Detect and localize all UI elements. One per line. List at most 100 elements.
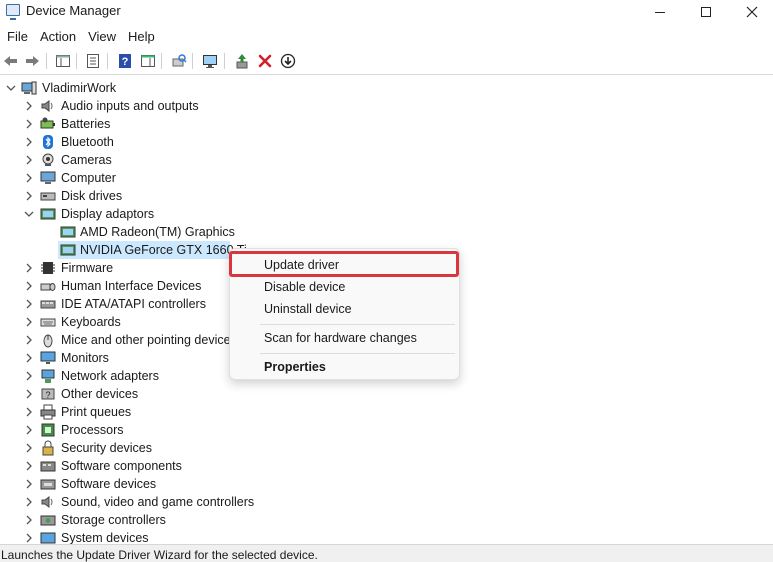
tree-category[interactable]: Security devices <box>0 439 773 457</box>
chevron-right-icon[interactable] <box>23 298 35 310</box>
menu-disable-device[interactable]: Disable device <box>234 276 457 298</box>
tree-category[interactable]: Bluetooth <box>0 133 773 151</box>
action-pane-button[interactable] <box>139 52 157 70</box>
menu-separator <box>260 353 455 354</box>
tree-category-label: Mice and other pointing devices <box>61 333 237 347</box>
computer-tower-icon <box>21 80 37 96</box>
menu-uninstall-device[interactable]: Uninstall device <box>234 298 457 320</box>
chevron-right-icon[interactable] <box>23 190 35 202</box>
tree-category[interactable]: Storage controllers <box>0 511 773 529</box>
menu-file[interactable]: File <box>0 26 34 48</box>
display-device-button[interactable] <box>201 52 219 70</box>
printer-icon <box>40 404 56 420</box>
chevron-down-icon[interactable] <box>23 208 35 220</box>
action-pane-icon <box>141 55 155 67</box>
properties-label: Properties <box>264 360 326 374</box>
back-button[interactable] <box>2 52 20 70</box>
show-hide-console-tree-button[interactable] <box>54 52 72 70</box>
tree-category-label: Display adaptors <box>61 207 155 221</box>
chevron-right-icon[interactable] <box>23 316 35 328</box>
delete-x-icon <box>258 54 272 68</box>
chevron-right-icon[interactable] <box>23 118 35 130</box>
chevron-right-icon[interactable] <box>23 172 35 184</box>
menu-view[interactable]: View <box>82 26 122 48</box>
tree-category[interactable]: Print queues <box>0 403 773 421</box>
chevron-right-icon[interactable] <box>23 154 35 166</box>
tree-category-label: Keyboards <box>61 315 121 329</box>
chevron-right-icon[interactable] <box>23 370 35 382</box>
close-button[interactable] <box>729 0 773 24</box>
chevron-right-icon[interactable] <box>23 280 35 292</box>
tree-category[interactable]: Disk drives <box>0 187 773 205</box>
tree-category[interactable]: Batteries <box>0 115 773 133</box>
help-button[interactable]: ? <box>116 52 134 70</box>
disk-drive-icon <box>40 188 56 204</box>
update-driver-toolbar-button[interactable] <box>233 52 251 70</box>
tree-category[interactable]: Software components <box>0 457 773 475</box>
software-device-icon <box>40 476 56 492</box>
properties-toolbar-button[interactable] <box>84 52 102 70</box>
tree-category[interactable]: Sound, video and game controllers <box>0 493 773 511</box>
ide-controller-icon <box>40 296 56 312</box>
toolbar-separator <box>107 53 108 69</box>
speaker-icon <box>40 98 56 114</box>
tree-category-label: Software devices <box>61 477 157 491</box>
context-menu: Update driver Disable device Uninstall d… <box>229 248 460 380</box>
menu-separator <box>260 324 455 325</box>
forward-button[interactable] <box>23 52 41 70</box>
status-text: Launches the Update Driver Wizard for th… <box>1 548 318 562</box>
tree-category[interactable]: ? Other devices <box>0 385 773 403</box>
chevron-right-icon[interactable] <box>23 496 35 508</box>
tree-category-label: Monitors <box>61 351 109 365</box>
chevron-right-icon[interactable] <box>23 532 35 544</box>
tree-category[interactable]: Cameras <box>0 151 773 169</box>
update-driver-icon <box>236 54 248 69</box>
chevron-right-icon[interactable] <box>23 136 35 148</box>
toolbar-separator <box>76 53 77 69</box>
chevron-down-icon[interactable] <box>5 82 17 94</box>
tree-category[interactable]: System devices <box>0 529 773 544</box>
tree-device[interactable]: AMD Radeon(TM) Graphics <box>0 223 773 241</box>
chevron-right-icon[interactable] <box>23 460 35 472</box>
chevron-right-icon[interactable] <box>23 262 35 274</box>
chevron-right-icon[interactable] <box>23 334 35 346</box>
svg-text:?: ? <box>45 390 50 400</box>
enable-device-button[interactable] <box>279 52 297 70</box>
menu-scan-hardware[interactable]: Scan for hardware changes <box>234 327 457 349</box>
tree-category[interactable]: Display adaptors <box>0 205 773 223</box>
tree-category[interactable]: Processors <box>0 421 773 439</box>
menu-properties[interactable]: Properties <box>234 356 457 378</box>
chevron-right-icon[interactable] <box>23 424 35 436</box>
maximize-button[interactable] <box>683 0 729 24</box>
chevron-right-icon[interactable] <box>23 406 35 418</box>
device-manager-icon <box>6 4 20 20</box>
tree-category[interactable]: Audio inputs and outputs <box>0 97 773 115</box>
chevron-right-icon[interactable] <box>23 100 35 112</box>
help-icon: ? <box>119 54 131 68</box>
menu-help[interactable]: Help <box>122 26 161 48</box>
scan-hardware-button[interactable] <box>170 52 188 70</box>
chevron-right-icon[interactable] <box>23 514 35 526</box>
chevron-right-icon[interactable] <box>23 478 35 490</box>
menu-update-driver[interactable]: Update driver <box>234 254 457 276</box>
scan-hardware-icon <box>172 54 187 67</box>
tree-category[interactable]: Software devices <box>0 475 773 493</box>
chevron-right-icon[interactable] <box>23 442 35 454</box>
tree-category-label: Security devices <box>61 441 153 455</box>
minimize-button[interactable] <box>637 0 683 24</box>
chevron-right-icon[interactable] <box>23 388 35 400</box>
maximize-icon <box>701 7 711 17</box>
forward-arrow-icon <box>26 56 39 66</box>
tree-category-label: Bluetooth <box>61 135 114 149</box>
tree-root[interactable]: VladimirWork <box>0 79 773 97</box>
chevron-right-icon[interactable] <box>23 352 35 364</box>
tree-category[interactable]: Computer <box>0 169 773 187</box>
device-label: AMD Radeon(TM) Graphics <box>80 225 235 239</box>
menu-action[interactable]: Action <box>34 26 82 48</box>
close-icon <box>746 6 758 18</box>
bluetooth-icon <box>40 134 56 150</box>
update-driver-label: Update driver <box>264 258 340 272</box>
keyboard-icon <box>40 314 56 330</box>
system-device-icon <box>40 530 56 544</box>
uninstall-device-button[interactable] <box>256 52 274 70</box>
